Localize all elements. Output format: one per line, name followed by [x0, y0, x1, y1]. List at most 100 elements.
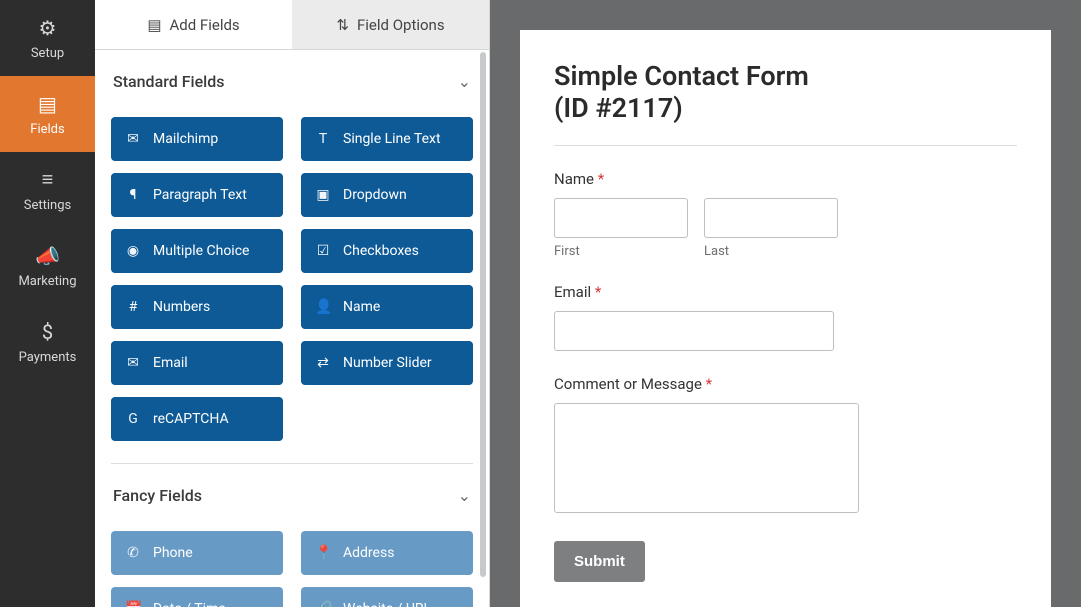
radio-icon: ◉	[125, 243, 141, 259]
envelope-icon: ✉	[125, 355, 141, 371]
standard-fields-grid: ✉ Mailchimp T Single Line Text ¶Paragraph …	[111, 117, 473, 441]
divider	[554, 145, 1017, 146]
label-message: Comment or Message *	[554, 375, 1017, 393]
calendar-icon: 📅	[125, 601, 141, 607]
sliders-icon: ≡	[42, 167, 54, 192]
chevron-down-icon: ⌄	[458, 486, 471, 505]
required-mark: *	[706, 375, 712, 393]
field-block-email: Email *	[554, 283, 1017, 351]
left-nav-rail: ⚙ Setup ▤ Fields ≡ Settings 📣 Marketing …	[0, 0, 95, 607]
label-text: Email	[554, 283, 591, 301]
gear-icon: ⚙	[39, 16, 57, 40]
google-icon: G	[125, 411, 141, 427]
field-label: Address	[343, 545, 394, 561]
tab-field-options[interactable]: ⇅ Field Options	[292, 0, 489, 49]
first-name-input[interactable]	[554, 198, 688, 238]
pin-icon: 📍	[315, 545, 331, 561]
field-label: Numbers	[153, 299, 210, 315]
phone-icon: ✆	[125, 545, 141, 561]
sliders-icon: ⇅	[336, 16, 349, 34]
sliders-icon: ⇄	[315, 355, 331, 371]
submit-button[interactable]: Submit	[554, 541, 645, 582]
sublabel-first: First	[554, 244, 688, 259]
field-numbers[interactable]: # Numbers	[111, 285, 283, 329]
form-title-text: Simple Contact Form	[554, 60, 809, 92]
field-label: reCAPTCHA	[153, 411, 229, 427]
rail-settings[interactable]: ≡ Settings	[0, 152, 95, 228]
section-fancy-fields[interactable]: Fancy Fields ⌄	[111, 464, 473, 517]
rail-label: Payments	[19, 350, 77, 365]
field-paragraph-text[interactable]: ¶Paragraph Text	[111, 173, 283, 217]
label-text: Comment or Message	[554, 375, 702, 393]
field-phone[interactable]: ✆ Phone	[111, 531, 283, 575]
email-input[interactable]	[554, 311, 834, 351]
field-website-url[interactable]: 🔗 Website / URL	[301, 587, 473, 607]
rail-label: Setup	[31, 46, 64, 61]
label-name: Name *	[554, 170, 1017, 188]
field-label: Dropdown	[343, 187, 407, 203]
rail-payments[interactable]: $ Payments	[0, 304, 95, 380]
user-icon: 👤	[315, 299, 331, 315]
form-title: Simple Contact Form (ID #2117)	[554, 60, 1017, 125]
field-recaptcha[interactable]: GreCAPTCHA	[111, 397, 283, 441]
field-checkboxes[interactable]: ☑Checkboxes	[301, 229, 473, 273]
field-label: Email	[153, 355, 188, 371]
field-mailchimp[interactable]: ✉ Mailchimp	[111, 117, 283, 161]
scrollbar[interactable]	[480, 52, 486, 577]
builder-panel: ▤ Add Fields ⇅ Field Options Standard Fi…	[95, 0, 490, 607]
field-dropdown[interactable]: ▣ Dropdown	[301, 173, 473, 217]
field-multiple-choice[interactable]: ◉ Multiple Choice	[111, 229, 283, 273]
label-email: Email *	[554, 283, 1017, 301]
message-textarea[interactable]	[554, 403, 859, 513]
dropdown-icon: ▣	[315, 187, 331, 203]
rail-label: Marketing	[18, 274, 76, 289]
field-block-message: Comment or Message *	[554, 375, 1017, 517]
field-label: Multiple Choice	[153, 243, 249, 259]
hash-icon: #	[125, 299, 141, 315]
tab-label: Add Fields	[170, 16, 240, 34]
link-icon: 🔗	[315, 601, 331, 607]
dollar-icon: $	[42, 320, 53, 344]
field-label: Mailchimp	[153, 131, 218, 147]
text-icon: T	[315, 131, 331, 147]
field-label: Single Line Text	[343, 131, 441, 147]
field-label: Website / URL	[343, 601, 431, 607]
section-title: Fancy Fields	[113, 486, 202, 505]
field-number-slider[interactable]: ⇄ Number Slider	[301, 341, 473, 385]
field-label: Name	[343, 299, 380, 315]
fields-icon: ▤	[38, 92, 57, 116]
field-name[interactable]: 👤 Name	[301, 285, 473, 329]
section-standard-fields[interactable]: Standard Fields ⌄	[111, 50, 473, 103]
field-label: Phone	[153, 545, 193, 561]
panel-scroll-area[interactable]: Standard Fields ⌄ ✉ Mailchimp T Single Lin…	[95, 50, 489, 607]
field-label: Date / Time	[153, 601, 226, 607]
list-icon: ▤	[147, 16, 161, 34]
fancy-fields-grid: ✆ Phone 📍 Address 📅 Date / Time 🔗 Website / …	[111, 531, 473, 607]
field-label: Number Slider	[343, 355, 432, 371]
rail-label: Fields	[30, 122, 64, 137]
label-text: Name	[554, 170, 594, 188]
field-email[interactable]: ✉ Email	[111, 341, 283, 385]
panel-tabs: ▤ Add Fields ⇅ Field Options	[95, 0, 489, 50]
envelope-icon: ✉	[125, 131, 141, 147]
form-preview-card: Simple Contact Form (ID #2117) Name * Fi…	[520, 30, 1051, 607]
field-block-name: Name * First Last	[554, 170, 1017, 259]
tab-add-fields[interactable]: ▤ Add Fields	[95, 0, 292, 49]
rail-setup[interactable]: ⚙ Setup	[0, 0, 95, 76]
preview-stage: Simple Contact Form (ID #2117) Name * Fi…	[490, 0, 1081, 607]
field-label: Checkboxes	[343, 243, 419, 259]
rail-marketing[interactable]: 📣 Marketing	[0, 228, 95, 304]
form-id-text: (ID #2117)	[554, 92, 683, 124]
field-single-line-text[interactable]: T Single Line Text	[301, 117, 473, 161]
chevron-down-icon: ⌄	[458, 72, 471, 91]
required-mark: *	[598, 170, 604, 188]
bullhorn-icon: 📣	[35, 244, 60, 268]
rail-fields[interactable]: ▤ Fields	[0, 76, 95, 152]
section-title: Standard Fields	[113, 72, 224, 91]
tab-label: Field Options	[357, 16, 445, 34]
paragraph-icon: ¶	[125, 187, 141, 203]
last-name-input[interactable]	[704, 198, 838, 238]
field-date-time[interactable]: 📅 Date / Time	[111, 587, 283, 607]
field-address[interactable]: 📍 Address	[301, 531, 473, 575]
required-mark: *	[595, 283, 601, 301]
